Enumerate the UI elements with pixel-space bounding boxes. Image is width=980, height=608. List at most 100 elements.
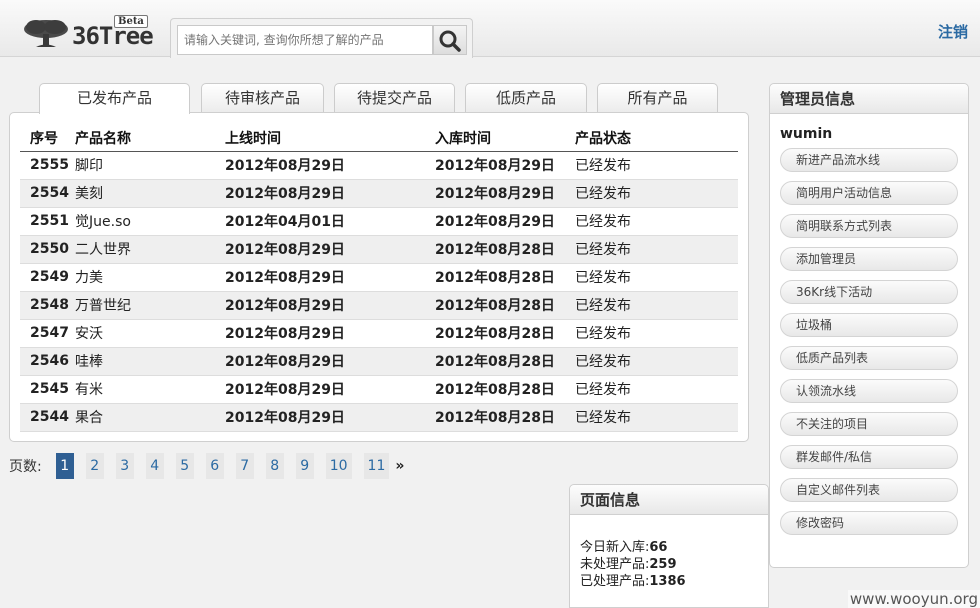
col-stored-date: 入库时间 bbox=[435, 125, 575, 152]
cell-id: 2546 bbox=[20, 347, 75, 376]
page-link-6[interactable]: 6 bbox=[205, 453, 224, 479]
logo[interactable]: 36Tree Beta bbox=[22, 14, 154, 54]
cell-status: 已经发布 bbox=[575, 179, 738, 208]
cell-stored-date: 2012年08月28日 bbox=[435, 235, 575, 264]
admin-link-6[interactable]: 垃圾桶 bbox=[780, 313, 958, 337]
tab-published[interactable]: 已发布产品 bbox=[39, 83, 190, 114]
cell-id: 2549 bbox=[20, 263, 75, 292]
cell-name[interactable]: 万普世纪 bbox=[75, 291, 225, 320]
cell-status: 已经发布 bbox=[575, 151, 738, 180]
table-row[interactable]: 2549 力美 2012年08月29日 2012年08月28日 已经发布 bbox=[20, 263, 738, 292]
cell-name[interactable]: 安沃 bbox=[75, 319, 225, 348]
cell-status: 已经发布 bbox=[575, 263, 738, 292]
cell-stored-date: 2012年08月28日 bbox=[435, 403, 575, 432]
cell-status: 已经发布 bbox=[575, 375, 738, 404]
stat-today-new: 今日新入库:66 bbox=[580, 540, 668, 555]
table-row[interactable]: 2548 万普世纪 2012年08月29日 2012年08月28日 已经发布 bbox=[20, 291, 738, 320]
cell-status: 已经发布 bbox=[575, 207, 738, 236]
cell-id: 2550 bbox=[20, 235, 75, 264]
table-row[interactable]: 2554 美刻 2012年08月29日 2012年08月29日 已经发布 bbox=[20, 179, 738, 208]
tree-icon bbox=[24, 20, 68, 47]
page-link-1[interactable]: 1 bbox=[55, 453, 74, 479]
tab-low-quality[interactable]: 低质产品 bbox=[465, 83, 587, 113]
page-link-8[interactable]: 8 bbox=[265, 453, 284, 479]
cell-id: 2544 bbox=[20, 403, 75, 432]
admin-link-5[interactable]: 36Kr线下活动 bbox=[780, 280, 958, 304]
cell-status: 已经发布 bbox=[575, 347, 738, 376]
table-row[interactable]: 2547 安沃 2012年08月29日 2012年08月28日 已经发布 bbox=[20, 319, 738, 348]
cell-online-date: 2012年08月29日 bbox=[225, 263, 435, 292]
col-name: 产品名称 bbox=[75, 125, 225, 152]
pagination: 页数: 1 2 3 4 5 6 7 8 9 10 11 » bbox=[9, 453, 404, 479]
admin-link-1[interactable]: 新进产品流水线 bbox=[780, 148, 958, 172]
cell-status: 已经发布 bbox=[575, 403, 738, 432]
admin-links: 新进产品流水线 简明用户活动信息 简明联系方式列表 添加管理员 36Kr线下活动 垃圾桶低… bbox=[770, 148, 968, 535]
table-row[interactable]: 2550 二人世界 2012年08月29日 2012年08月28日 已经发布 bbox=[20, 235, 738, 264]
cell-name[interactable]: 美刻 bbox=[75, 179, 225, 208]
cell-id: 2545 bbox=[20, 375, 75, 404]
page-link-11[interactable]: 11 bbox=[363, 453, 390, 479]
next-page-button[interactable]: » bbox=[395, 458, 404, 474]
cell-id: 2547 bbox=[20, 319, 75, 348]
table-row[interactable]: 2544 果合 2012年08月29日 2012年08月28日 已经发布 bbox=[20, 403, 738, 432]
admin-link-8[interactable]: 认领流水线 bbox=[780, 379, 958, 403]
search-input[interactable] bbox=[177, 25, 433, 55]
search-button[interactable] bbox=[433, 25, 467, 55]
admin-link-12[interactable]: 修改密码 bbox=[780, 511, 958, 535]
admin-link-3[interactable]: 简明联系方式列表 bbox=[780, 214, 958, 238]
cell-online-date: 2012年08月29日 bbox=[225, 291, 435, 320]
admin-link-2[interactable]: 简明用户活动信息 bbox=[780, 181, 958, 205]
cell-stored-date: 2012年08月28日 bbox=[435, 291, 575, 320]
admin-link-11[interactable]: 自定义邮件列表 bbox=[780, 478, 958, 502]
col-online-date: 上线时间 bbox=[225, 125, 435, 152]
cell-name[interactable]: 有米 bbox=[75, 375, 225, 404]
col-id: 序号 bbox=[20, 125, 75, 152]
tab-pending-review[interactable]: 待审核产品 bbox=[201, 83, 324, 113]
admin-link-10[interactable]: 群发邮件/私信 bbox=[780, 445, 958, 469]
tab-pending-submit[interactable]: 待提交产品 bbox=[334, 83, 455, 113]
cell-id: 2555 bbox=[20, 151, 75, 180]
cell-id: 2548 bbox=[20, 291, 75, 320]
stat-processed: 已处理产品:1386 bbox=[580, 574, 686, 589]
page-link-4[interactable]: 4 bbox=[145, 453, 164, 479]
logout-link[interactable]: 注销 bbox=[938, 21, 968, 42]
cell-name[interactable]: 觉Jue.so bbox=[75, 207, 225, 236]
product-list-panel: 序号 产品名称 上线时间 入库时间 产品状态 2555 脚印 2012年08月29日… bbox=[9, 112, 749, 442]
table-row[interactable]: 2551 觉Jue.so 2012年04月01日 2012年08月29日 已经发布 bbox=[20, 207, 738, 236]
page-link-2[interactable]: 2 bbox=[85, 453, 104, 479]
cell-online-date: 2012年08月29日 bbox=[225, 347, 435, 376]
cell-online-date: 2012年08月29日 bbox=[225, 375, 435, 404]
cell-stored-date: 2012年08月28日 bbox=[435, 319, 575, 348]
cell-name[interactable]: 果合 bbox=[75, 403, 225, 432]
cell-stored-date: 2012年08月29日 bbox=[435, 179, 575, 208]
page-link-5[interactable]: 5 bbox=[175, 453, 194, 479]
table-row[interactable]: 2555 脚印 2012年08月29日 2012年08月29日 已经发布 bbox=[20, 151, 738, 180]
table-row[interactable]: 2546 哇棒 2012年08月29日 2012年08月28日 已经发布 bbox=[20, 347, 738, 376]
admin-link-9[interactable]: 不关注的项目 bbox=[780, 412, 958, 436]
page-link-3[interactable]: 3 bbox=[115, 453, 134, 479]
page-info-panel: 页面信息 今日新入库:66 未处理产品:259 已处理产品:1386 bbox=[569, 484, 769, 608]
page-link-10[interactable]: 10 bbox=[325, 453, 352, 479]
page-link-9[interactable]: 9 bbox=[295, 453, 314, 479]
product-table: 序号 产品名称 上线时间 入库时间 产品状态 2555 脚印 2012年08月29日… bbox=[20, 125, 738, 432]
stat-unprocessed: 未处理产品:259 bbox=[580, 557, 677, 572]
cell-name[interactable]: 脚印 bbox=[75, 151, 225, 180]
cell-name[interactable]: 二人世界 bbox=[75, 235, 225, 264]
cell-name[interactable]: 哇棒 bbox=[75, 347, 225, 376]
page-link-7[interactable]: 7 bbox=[235, 453, 254, 479]
tab-all-products[interactable]: 所有产品 bbox=[597, 83, 718, 113]
cell-online-date: 2012年04月01日 bbox=[225, 207, 435, 236]
watermark: www.wooyun.org bbox=[847, 590, 980, 608]
cell-stored-date: 2012年08月29日 bbox=[435, 207, 575, 236]
cell-status: 已经发布 bbox=[575, 319, 738, 348]
cell-online-date: 2012年08月29日 bbox=[225, 151, 435, 180]
admin-link-4[interactable]: 添加管理员 bbox=[780, 247, 958, 271]
search-icon bbox=[439, 30, 461, 52]
cell-name[interactable]: 力美 bbox=[75, 263, 225, 292]
cell-online-date: 2012年08月29日 bbox=[225, 179, 435, 208]
col-status: 产品状态 bbox=[575, 125, 738, 152]
cell-stored-date: 2012年08月28日 bbox=[435, 347, 575, 376]
cell-online-date: 2012年08月29日 bbox=[225, 235, 435, 264]
admin-link-7[interactable]: 低质产品列表 bbox=[780, 346, 958, 370]
table-row[interactable]: 2545 有米 2012年08月29日 2012年08月28日 已经发布 bbox=[20, 375, 738, 404]
